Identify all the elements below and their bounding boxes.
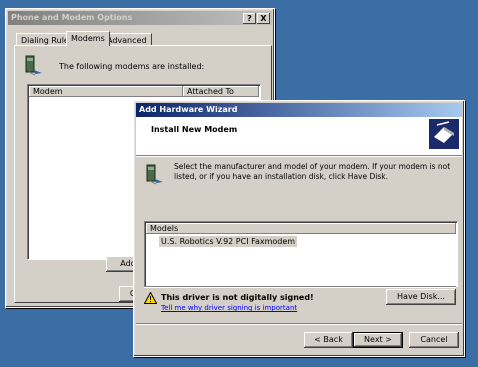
- back-button[interactable]: < Back: [304, 332, 353, 348]
- wizard-modem-icon: [146, 164, 163, 185]
- help-button[interactable]: ?: [243, 13, 256, 24]
- wizard-instruction: Select the manufacturer and model of you…: [174, 162, 451, 181]
- models-column-header[interactable]: Models: [146, 223, 456, 234]
- models-list[interactable]: Models U.S. Robotics V.92 PCI Faxmodem: [144, 221, 458, 287]
- modem-icon: [25, 55, 42, 76]
- wizard-header-separator: [136, 155, 462, 157]
- modems-info-text: The following modems are installed:: [59, 62, 205, 71]
- wizard-hardware-icon: [429, 119, 459, 149]
- phone-modem-titlebar[interactable]: Phone and Modem Options ? X: [8, 11, 272, 25]
- have-disk-button[interactable]: Have Disk...: [386, 289, 456, 305]
- add-hardware-wizard-window: Add Hardware Wizard Install New Modem Se…: [133, 100, 465, 357]
- driver-signing-link[interactable]: Tell me why driver signing is important: [161, 304, 297, 312]
- warning-separator: [144, 286, 456, 288]
- tab-modems[interactable]: Modems: [66, 31, 110, 46]
- next-button[interactable]: Next >: [353, 332, 403, 348]
- col-attached-to[interactable]: Attached To: [183, 86, 259, 97]
- close-button[interactable]: X: [257, 13, 270, 24]
- unsigned-driver-warning: This driver is not digitally signed!: [161, 293, 314, 302]
- wizard-header-title: Install New Modem: [151, 125, 238, 134]
- phone-modem-title: Phone and Modem Options: [11, 13, 133, 22]
- col-modem[interactable]: Modem: [29, 86, 183, 97]
- cancel-button[interactable]: Cancel: [409, 332, 459, 348]
- model-item-usr-v92[interactable]: U.S. Robotics V.92 PCI Faxmodem: [159, 236, 298, 247]
- wizard-titlebar[interactable]: Add Hardware Wizard: [136, 103, 462, 117]
- wizard-header-panel: Install New Modem: [136, 117, 462, 155]
- wizard-title: Add Hardware Wizard: [139, 105, 238, 114]
- footer-separator: [136, 323, 462, 325]
- warning-icon: [144, 292, 157, 304]
